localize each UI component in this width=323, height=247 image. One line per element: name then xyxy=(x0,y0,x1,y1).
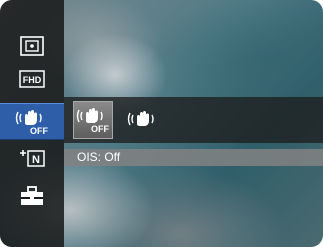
ois-off-icon: OFF xyxy=(15,109,48,136)
sidebar-item-movie-size[interactable]: FHD xyxy=(0,62,64,96)
ois-off-icon: OFF xyxy=(76,108,109,134)
fhd-icon: FHD xyxy=(19,70,45,88)
ois-on-icon xyxy=(127,111,154,126)
ois-options-bar: OFF xyxy=(64,97,323,143)
camera-screen: FHD OFF N OFF OIS: Off xyxy=(0,0,323,247)
status-text: OIS: Off xyxy=(77,150,121,164)
menu-sidebar: FHD OFF N xyxy=(0,0,64,247)
sidebar-item-setup[interactable] xyxy=(0,179,64,213)
toolbox-icon xyxy=(21,186,43,205)
spot-metering-icon xyxy=(20,36,44,56)
sidebar-item-ois[interactable]: OFF xyxy=(0,103,64,140)
sidebar-item-new-file[interactable]: N xyxy=(0,141,64,175)
ois-off-label: OFF xyxy=(30,126,48,136)
sidebar-item-metering[interactable] xyxy=(0,29,64,63)
status-info-bar: OIS: Off xyxy=(64,149,323,166)
option-ois-on[interactable] xyxy=(122,101,162,139)
new-file-icon: N xyxy=(20,150,45,167)
option-ois-off[interactable]: OFF xyxy=(73,101,113,139)
new-file-label: N xyxy=(32,154,40,166)
fhd-label: FHD xyxy=(23,75,42,85)
option-ois-off-label: OFF xyxy=(91,124,109,134)
